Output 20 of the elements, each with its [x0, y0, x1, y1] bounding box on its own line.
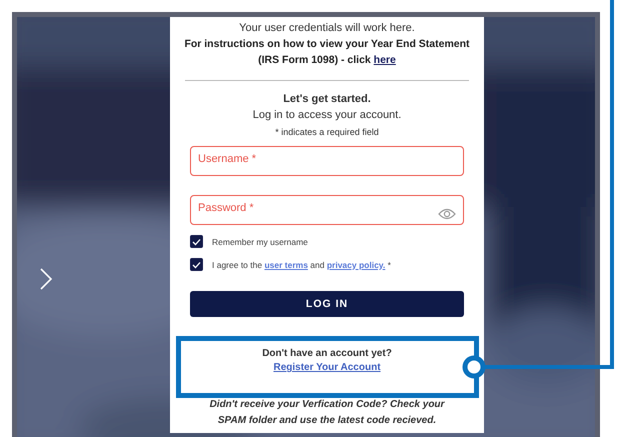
login-button[interactable]: LOG IN [190, 291, 464, 317]
eye-icon[interactable] [438, 208, 456, 220]
password-field[interactable]: Password * [190, 195, 464, 225]
instructions-text: For instructions on how to view your Year End Statement (IRS Form 1098) - click here [183, 37, 471, 68]
heading: Let's get started. [283, 92, 371, 107]
checkbox[interactable] [190, 258, 203, 271]
info-text: Your user credentials will work here. [239, 21, 415, 36]
required-note: * indicates a required field [275, 127, 379, 137]
register-link[interactable]: Register Your Account [273, 362, 381, 373]
checkbox[interactable] [190, 235, 203, 248]
register-prompt: Don't have an account yet? [262, 348, 392, 359]
username-field[interactable]: Username * [190, 146, 464, 176]
here-link[interactable]: here [374, 54, 396, 66]
checkbox-label: I agree to the user terms and privacy policy. * [212, 260, 391, 270]
subheading: Log in to access your account. [252, 108, 402, 123]
verification-note: Didn't receive your Verfication Code? Check your SPAM folder and use the latest code recieved. [208, 398, 446, 428]
policy-link[interactable]: privacy policy. [326, 260, 386, 270]
checkbox-label: Remember my username [212, 236, 308, 246]
policy-link[interactable]: user terms [264, 260, 308, 270]
chevron-right-icon[interactable] [39, 267, 53, 291]
